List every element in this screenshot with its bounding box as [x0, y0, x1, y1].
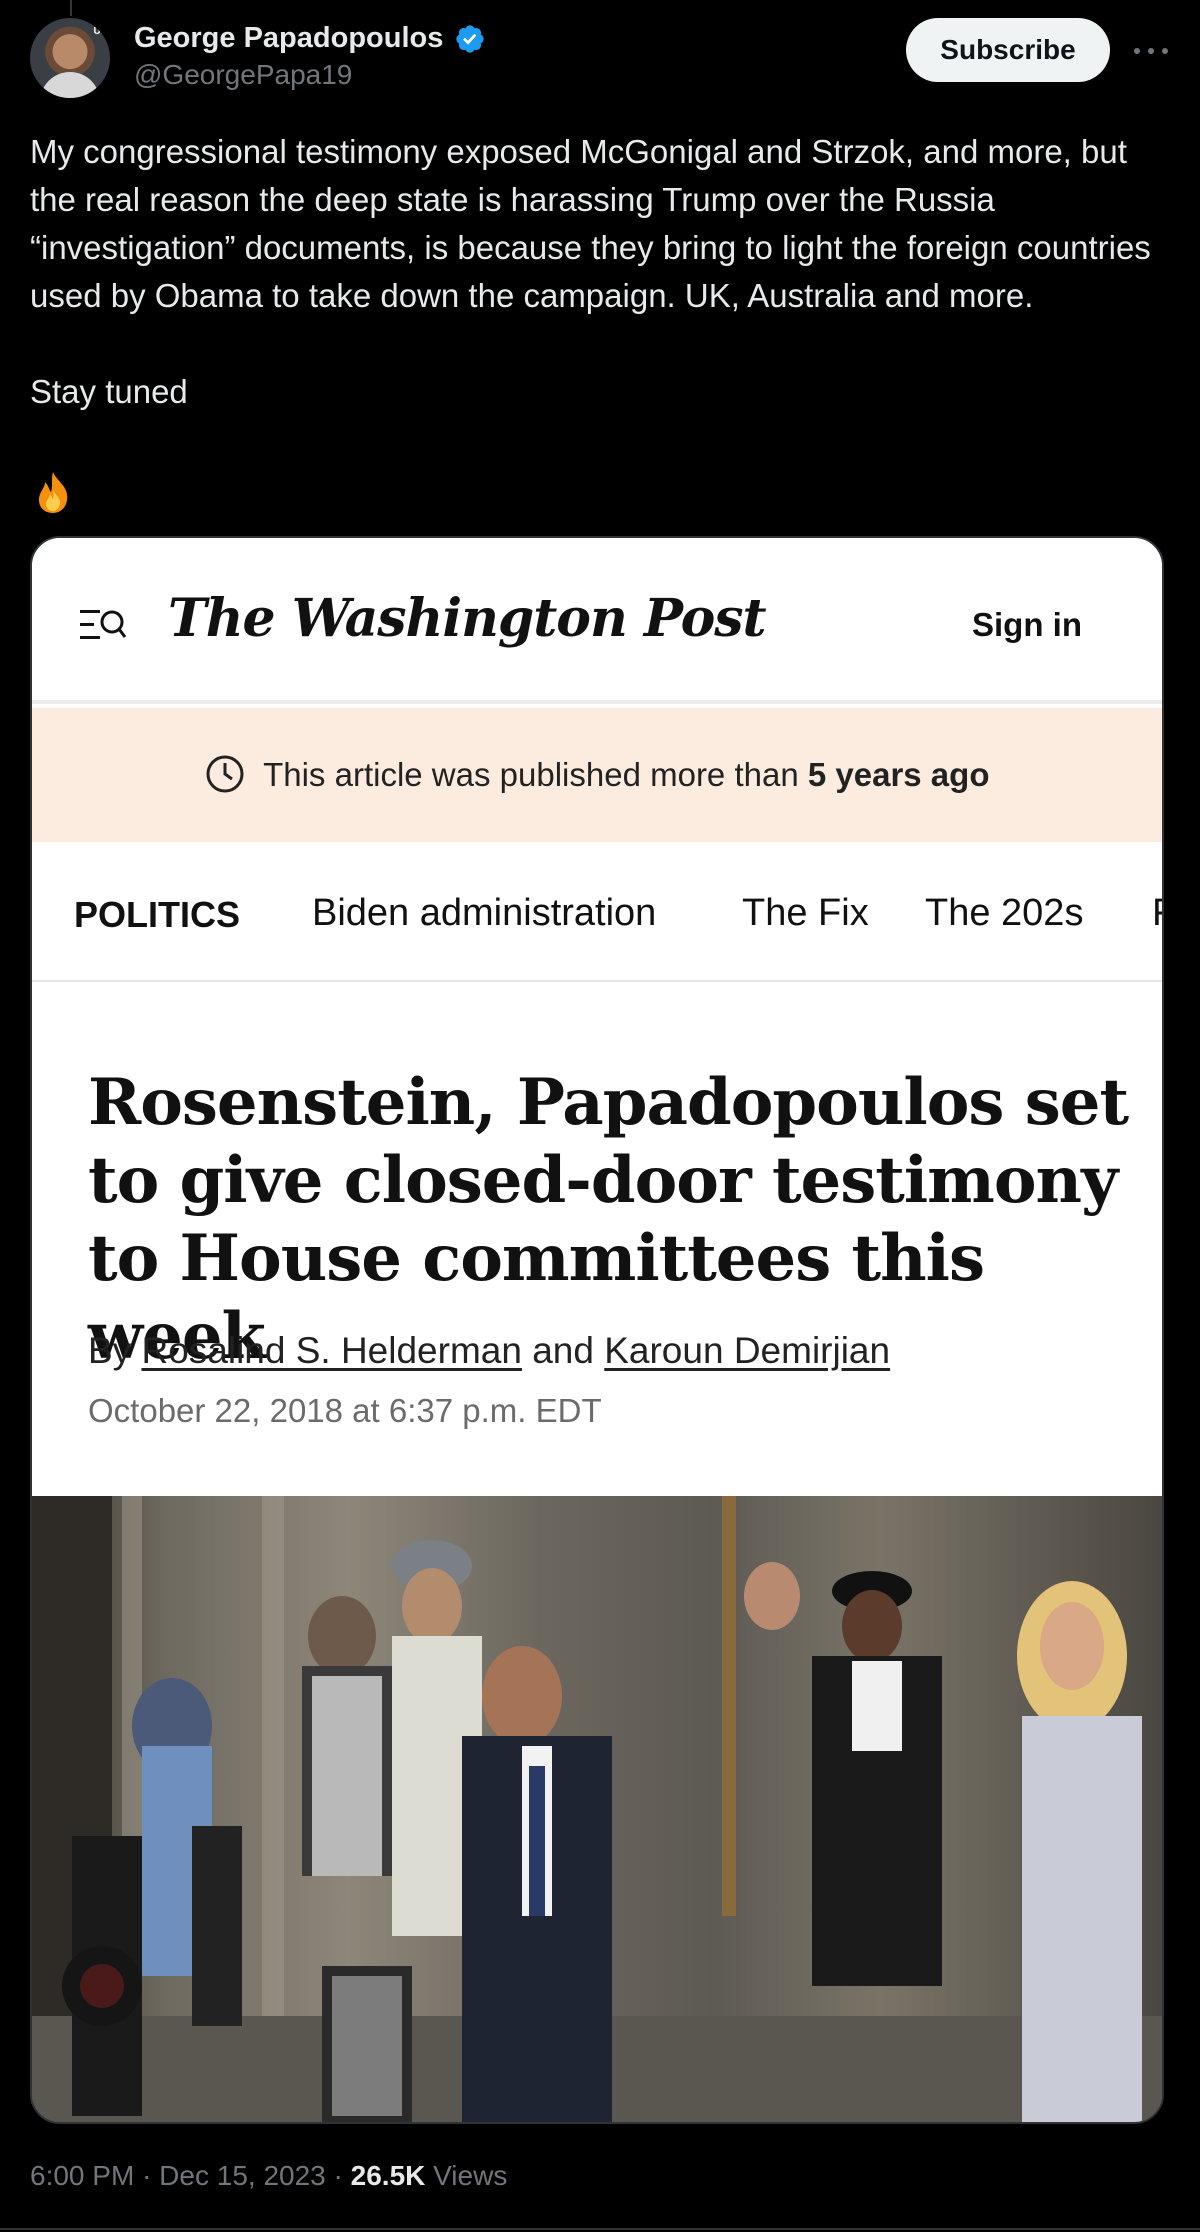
clock-icon: [206, 755, 244, 793]
article-dateline: October 22, 2018 at 6:37 p.m. EDT: [88, 1392, 602, 1429]
views-count[interactable]: 26.5K: [351, 2160, 426, 2191]
notice-bold-text: 5 years ago: [807, 756, 990, 793]
author-info: George Papadopoulos @GeorgePapa19: [134, 22, 486, 91]
washington-post-logo[interactable]: The Washington Post: [168, 588, 767, 649]
author-display-name[interactable]: George Papadopoulos: [134, 22, 443, 55]
byline-and: and: [532, 1330, 594, 1371]
link-preview-card[interactable]: The Washington Post Sign in This article…: [30, 536, 1164, 2124]
views-label: Views: [433, 2160, 508, 2191]
author-link-2[interactable]: Karoun Demirjian: [604, 1330, 890, 1371]
nav-item-the-202s[interactable]: The 202s: [925, 892, 1083, 935]
divider: [0, 2228, 1200, 2230]
byline-by: By: [88, 1330, 132, 1371]
section-nav: POLITICS Biden administration The Fix Th…: [32, 842, 1162, 982]
tweet-text-paragraph: Stay tuned: [30, 373, 188, 410]
sign-in-button[interactable]: Sign in: [972, 606, 1082, 644]
nav-item-truncated[interactable]: F: [1152, 892, 1162, 935]
tweet-text-paragraph: My congressional testimony exposed McGon…: [30, 133, 1151, 314]
tweet-date[interactable]: Dec 15, 2023: [159, 2160, 326, 2191]
nav-item-the-fix[interactable]: The Fix: [742, 892, 869, 935]
article-photo: [32, 1496, 1162, 2122]
author-handle[interactable]: @GeorgePapa19: [134, 59, 486, 91]
author-link-1[interactable]: Rosalind S. Helderman: [141, 1330, 521, 1371]
notice-text: This article was published more than: [263, 756, 799, 793]
menu-search-icon[interactable]: [80, 608, 126, 642]
verified-badge-icon: [456, 24, 484, 53]
article-age-notice: This article was published more than 5 y…: [32, 708, 1162, 842]
subscribe-button[interactable]: Subscribe: [906, 18, 1110, 82]
more-icon[interactable]: [1132, 32, 1170, 68]
byline: By Rosalind S. Helderman and Karoun Demi…: [88, 1330, 890, 1372]
fire-icon: [39, 472, 68, 513]
tweet-header: UN George Papadopoulos @GeorgePapa19 Sub…: [30, 18, 1170, 102]
meta-separator: ·: [142, 2160, 152, 2191]
tweet-meta: 6:00 PM · Dec 15, 2023 · 26.5K Views: [30, 2160, 507, 2192]
avatar[interactable]: UN: [30, 18, 110, 98]
wp-header: The Washington Post Sign in: [32, 538, 1162, 704]
thread-connector-line: [70, 0, 72, 16]
nav-item-politics[interactable]: POLITICS: [74, 894, 240, 936]
tweet-text: My congressional testimony exposed McGon…: [30, 128, 1170, 416]
tweet-time[interactable]: 6:00 PM: [30, 2160, 134, 2191]
avatar-tag: UN: [93, 26, 108, 37]
meta-separator: ·: [333, 2160, 343, 2191]
nav-item-biden-administration[interactable]: Biden administration: [312, 892, 656, 935]
